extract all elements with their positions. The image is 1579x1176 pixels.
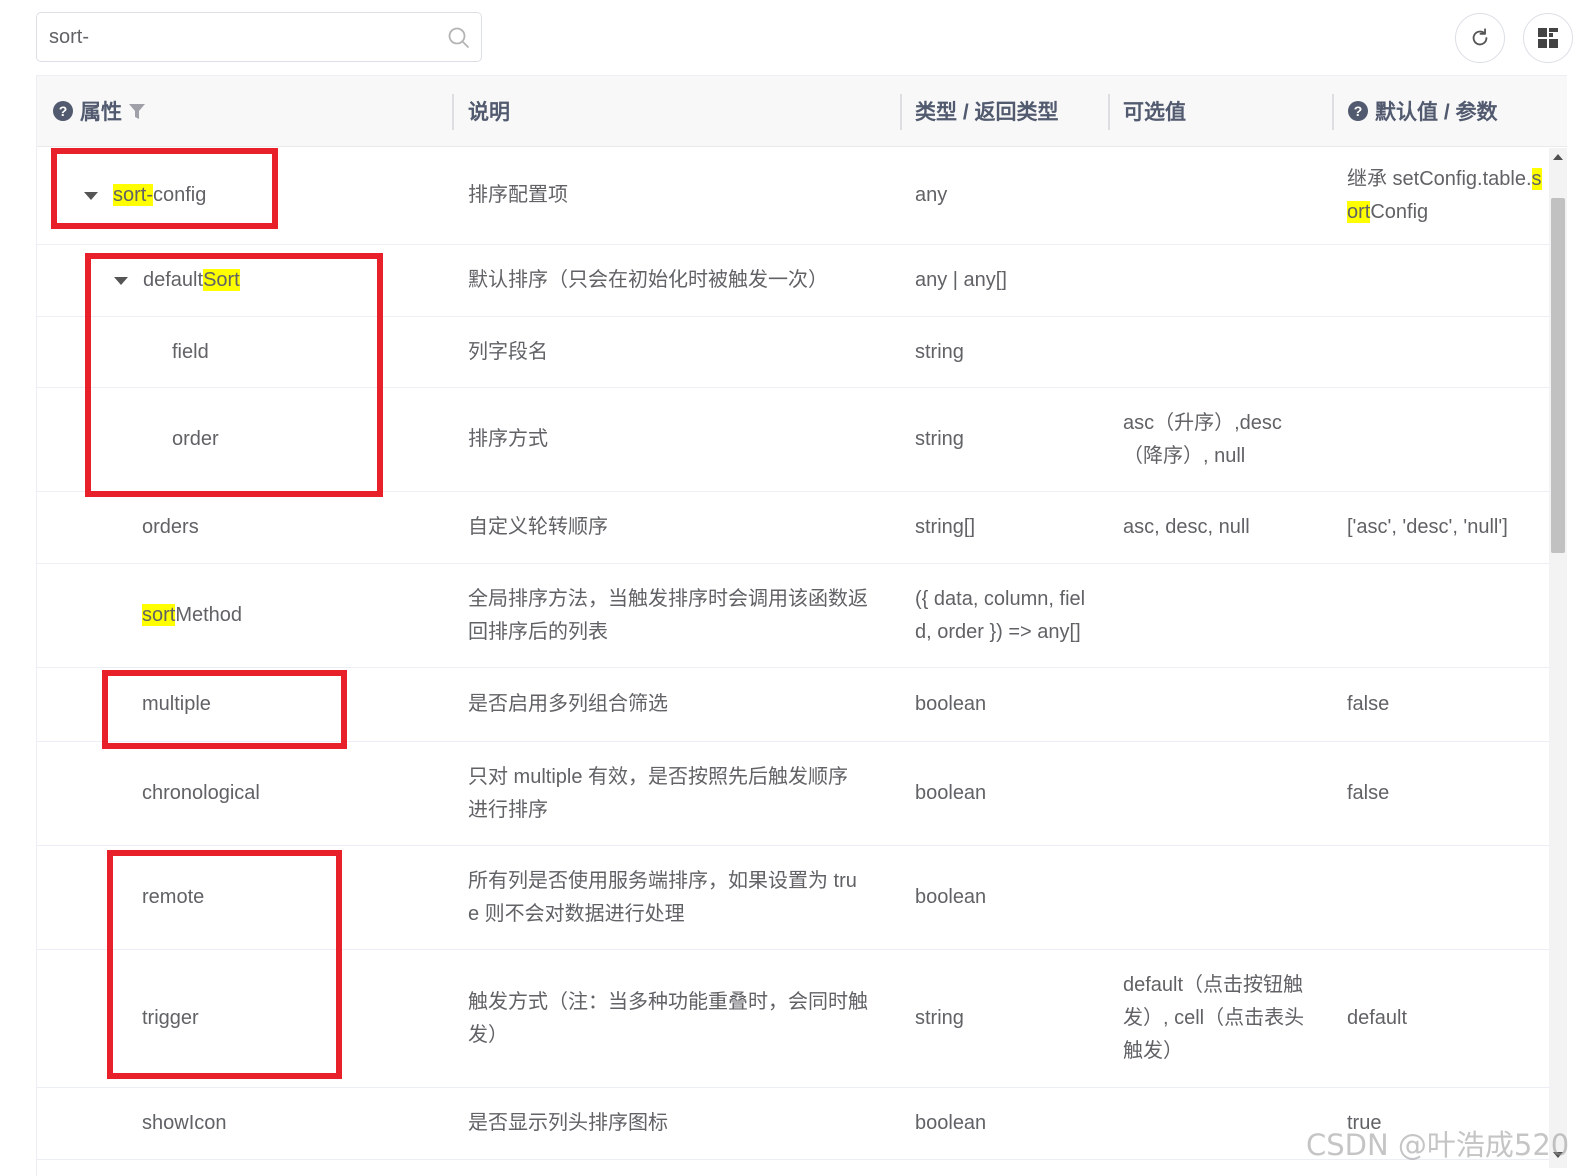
desc-cell: 排序配置项 [468, 184, 568, 206]
desc-cell: 只对 multiple 有效，是否按照先后触发顺序 进行排序 [468, 765, 849, 821]
attr-cell: sortMethod [142, 604, 243, 626]
type-cell: string [915, 340, 964, 363]
options-cell: asc（升序）,desc （降序）, null [1123, 411, 1282, 467]
default-cell: false [1347, 782, 1390, 804]
desc-cell: 是否启用多列组合筛选 [468, 693, 668, 715]
desc-cell: 默认排序（只会在初始化时被触发一次） [468, 269, 828, 291]
header-default[interactable]: ? 默认值 / 参数 [1332, 76, 1562, 146]
options-cell: default（点击按钮触 发）, cell（点击表头 触发） [1123, 974, 1305, 1062]
type-cell: ({ data, column, fiel d, order }) => any[… [915, 587, 1086, 643]
default-cell: default [1347, 1007, 1408, 1029]
type-cell: boolean [915, 782, 987, 804]
default-cell: ['asc', 'desc', 'null'] [1347, 516, 1508, 538]
table-row[interactable]: orders 自定义轮转顺序 string[] asc, desc, null … [37, 492, 1549, 564]
desc-cell: 自定义轮转顺序 [468, 516, 608, 538]
desc-cell: 列字段名 [468, 340, 548, 363]
attr-cell: orders [142, 516, 199, 538]
search-icon[interactable] [447, 26, 471, 50]
desc-cell: 排序方式 [468, 428, 548, 450]
vertical-scrollbar[interactable] [1549, 148, 1567, 1168]
attr-cell: showIcon [142, 1112, 227, 1134]
default-cell: 继承 setConfig.table.s ortConfig [1347, 167, 1542, 223]
header-default-label: 默认值 / 参数 [1375, 101, 1498, 124]
options-cell: asc, desc, null [1123, 516, 1250, 538]
type-cell: any [915, 184, 948, 206]
type-cell: boolean [915, 1112, 987, 1134]
columns-button[interactable] [1523, 13, 1573, 63]
type-cell: boolean [915, 693, 987, 715]
filter-icon[interactable] [128, 102, 146, 120]
svg-text:?: ? [59, 103, 68, 119]
annotation-box [102, 670, 347, 749]
watermark: CSDN @叶浩成520 [1306, 1128, 1570, 1162]
desc-cell: 是否显示列头排序图标 [468, 1112, 668, 1134]
header-options-label: 可选值 [1123, 101, 1186, 124]
search-input[interactable] [49, 13, 439, 61]
desc-cell: 触发方式（注：当多种功能重叠时，会同时触 发） [468, 990, 868, 1046]
refresh-button[interactable] [1455, 13, 1505, 63]
header-type: 类型 / 返回类型 [900, 76, 1105, 146]
annotation-box [85, 253, 383, 497]
header-options: 可选值 [1108, 76, 1328, 146]
desc-cell: 全局排序方法，当触发排序时会调用该函数返 回排序后的列表 [468, 587, 868, 643]
annotation-box [107, 850, 342, 1079]
refresh-icon [1472, 28, 1488, 46]
annotation-box [51, 148, 278, 229]
type-cell: string[] [915, 516, 976, 538]
scroll-up-arrow-icon[interactable] [1553, 154, 1563, 160]
header-desc: 说明 [452, 76, 892, 146]
desc-cell: 所有列是否使用服务端排序，如果设置为 tru e 则不会对数据进行处理 [468, 869, 857, 925]
help-icon[interactable]: ? [1348, 101, 1368, 121]
type-cell: string [915, 1007, 964, 1029]
type-cell: any | any[] [915, 269, 1007, 291]
search-box[interactable] [36, 12, 482, 62]
svg-text:?: ? [1354, 103, 1363, 119]
default-cell: false [1347, 693, 1390, 715]
table-header: ? 属性 说明 类型 / 返回类型 可选值 ? 默认值 / 参数 [37, 76, 1567, 147]
type-cell: boolean [915, 886, 987, 908]
type-cell: string [915, 428, 964, 450]
table-row[interactable]: sortMethod 全局排序方法，当触发排序时会调用该函数返 回排序后的列表 (… [37, 564, 1549, 668]
header-attr-label: 属性 [80, 101, 122, 124]
scrollbar-thumb[interactable] [1551, 198, 1565, 553]
attr-cell: chronological [142, 782, 260, 804]
header-attr[interactable]: ? 属性 [53, 76, 453, 146]
table-row[interactable]: chronological 只对 multiple 有效，是否按照先后触发顺序进… [37, 742, 1549, 846]
grid-columns-icon [1538, 28, 1558, 48]
help-icon[interactable]: ? [53, 101, 73, 121]
header-type-label: 类型 / 返回类型 [915, 101, 1059, 124]
header-desc-label: 说明 [468, 101, 510, 124]
